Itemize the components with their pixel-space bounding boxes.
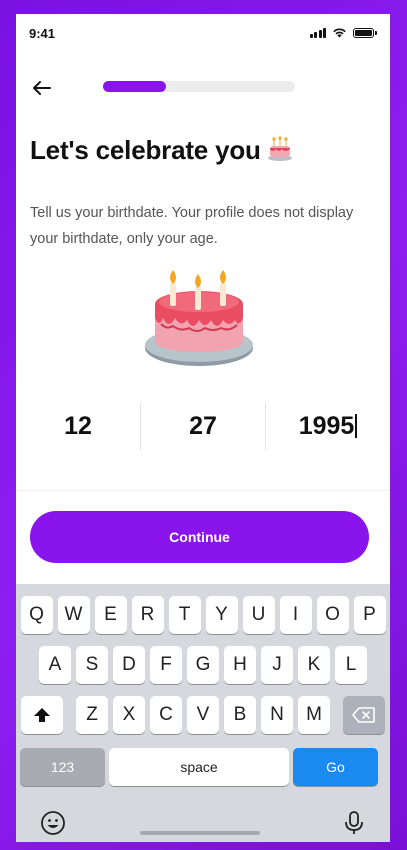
text-cursor xyxy=(355,414,358,438)
key-b[interactable]: B xyxy=(224,696,256,734)
year-field[interactable]: 1995 xyxy=(266,398,390,454)
space-key[interactable]: space xyxy=(109,748,289,786)
key-n[interactable]: N xyxy=(261,696,293,734)
year-value: 1995 xyxy=(298,411,355,440)
numbers-key[interactable]: 123 xyxy=(20,748,105,786)
emoji-icon[interactable] xyxy=(40,810,66,836)
microphone-icon[interactable] xyxy=(344,810,364,836)
key-h[interactable]: H xyxy=(224,646,256,684)
go-key[interactable]: Go xyxy=(293,748,378,786)
key-l[interactable]: L xyxy=(335,646,367,684)
key-c[interactable]: C xyxy=(150,696,182,734)
key-s[interactable]: S xyxy=(76,646,108,684)
page-subtitle: Tell us your birthdate. Your profile doe… xyxy=(30,205,354,247)
day-field[interactable]: 27 xyxy=(141,398,265,454)
keyboard-row-3-letters: ZXCVBNM xyxy=(76,696,330,734)
key-u[interactable]: U xyxy=(242,596,275,634)
back-button[interactable] xyxy=(30,76,54,100)
key-q[interactable]: Q xyxy=(20,596,53,634)
birthdate-inputs: 12 27 1995 xyxy=(16,398,390,454)
birthday-cake-emoji-icon xyxy=(267,136,293,169)
shift-key[interactable] xyxy=(21,696,63,734)
keyboard-row-1: QWERTYUIOP xyxy=(16,596,390,634)
status-icons xyxy=(309,27,377,38)
status-bar: 9:41 xyxy=(16,14,390,54)
key-d[interactable]: D xyxy=(113,646,145,684)
progress-bar xyxy=(103,81,295,92)
page-title-text: Let's celebrate you xyxy=(30,135,261,165)
key-w[interactable]: W xyxy=(57,596,90,634)
key-r[interactable]: R xyxy=(131,596,164,634)
page-title: Let's celebrate you xyxy=(30,135,293,169)
key-x[interactable]: X xyxy=(113,696,145,734)
keyboard: QWERTYUIOP ASDFGHJKL ZXCVBNM 123 space G… xyxy=(16,584,390,842)
key-o[interactable]: O xyxy=(316,596,349,634)
key-p[interactable]: P xyxy=(353,596,386,634)
signal-icon xyxy=(309,27,326,38)
key-z[interactable]: Z xyxy=(76,696,108,734)
birthday-cake-icon xyxy=(143,270,255,387)
key-j[interactable]: J xyxy=(261,646,293,684)
key-k[interactable]: K xyxy=(298,646,330,684)
key-t[interactable]: T xyxy=(168,596,201,634)
keyboard-row-2: ASDFGHJKL xyxy=(16,646,390,684)
key-e[interactable]: E xyxy=(94,596,127,634)
backspace-icon xyxy=(352,707,375,723)
key-v[interactable]: V xyxy=(187,696,219,734)
backspace-key[interactable] xyxy=(343,696,385,734)
wifi-icon xyxy=(333,28,346,38)
key-g[interactable]: G xyxy=(187,646,219,684)
divider xyxy=(16,490,390,491)
continue-button[interactable]: Continue xyxy=(30,511,369,563)
key-f[interactable]: F xyxy=(150,646,182,684)
month-field[interactable]: 12 xyxy=(16,398,140,454)
shift-icon xyxy=(34,708,50,722)
key-y[interactable]: Y xyxy=(205,596,238,634)
back-arrow-icon xyxy=(33,81,51,95)
key-a[interactable]: A xyxy=(39,646,71,684)
progress-fill xyxy=(103,81,167,92)
status-time: 9:41 xyxy=(29,26,56,41)
keyboard-row-3: ZXCVBNM xyxy=(16,696,390,734)
key-m[interactable]: M xyxy=(298,696,330,734)
home-indicator xyxy=(140,831,260,835)
phone-screen: 9:41 Let's celebrate you Tell us your bi… xyxy=(16,14,390,842)
battery-icon xyxy=(353,27,377,38)
key-i[interactable]: I xyxy=(279,596,312,634)
